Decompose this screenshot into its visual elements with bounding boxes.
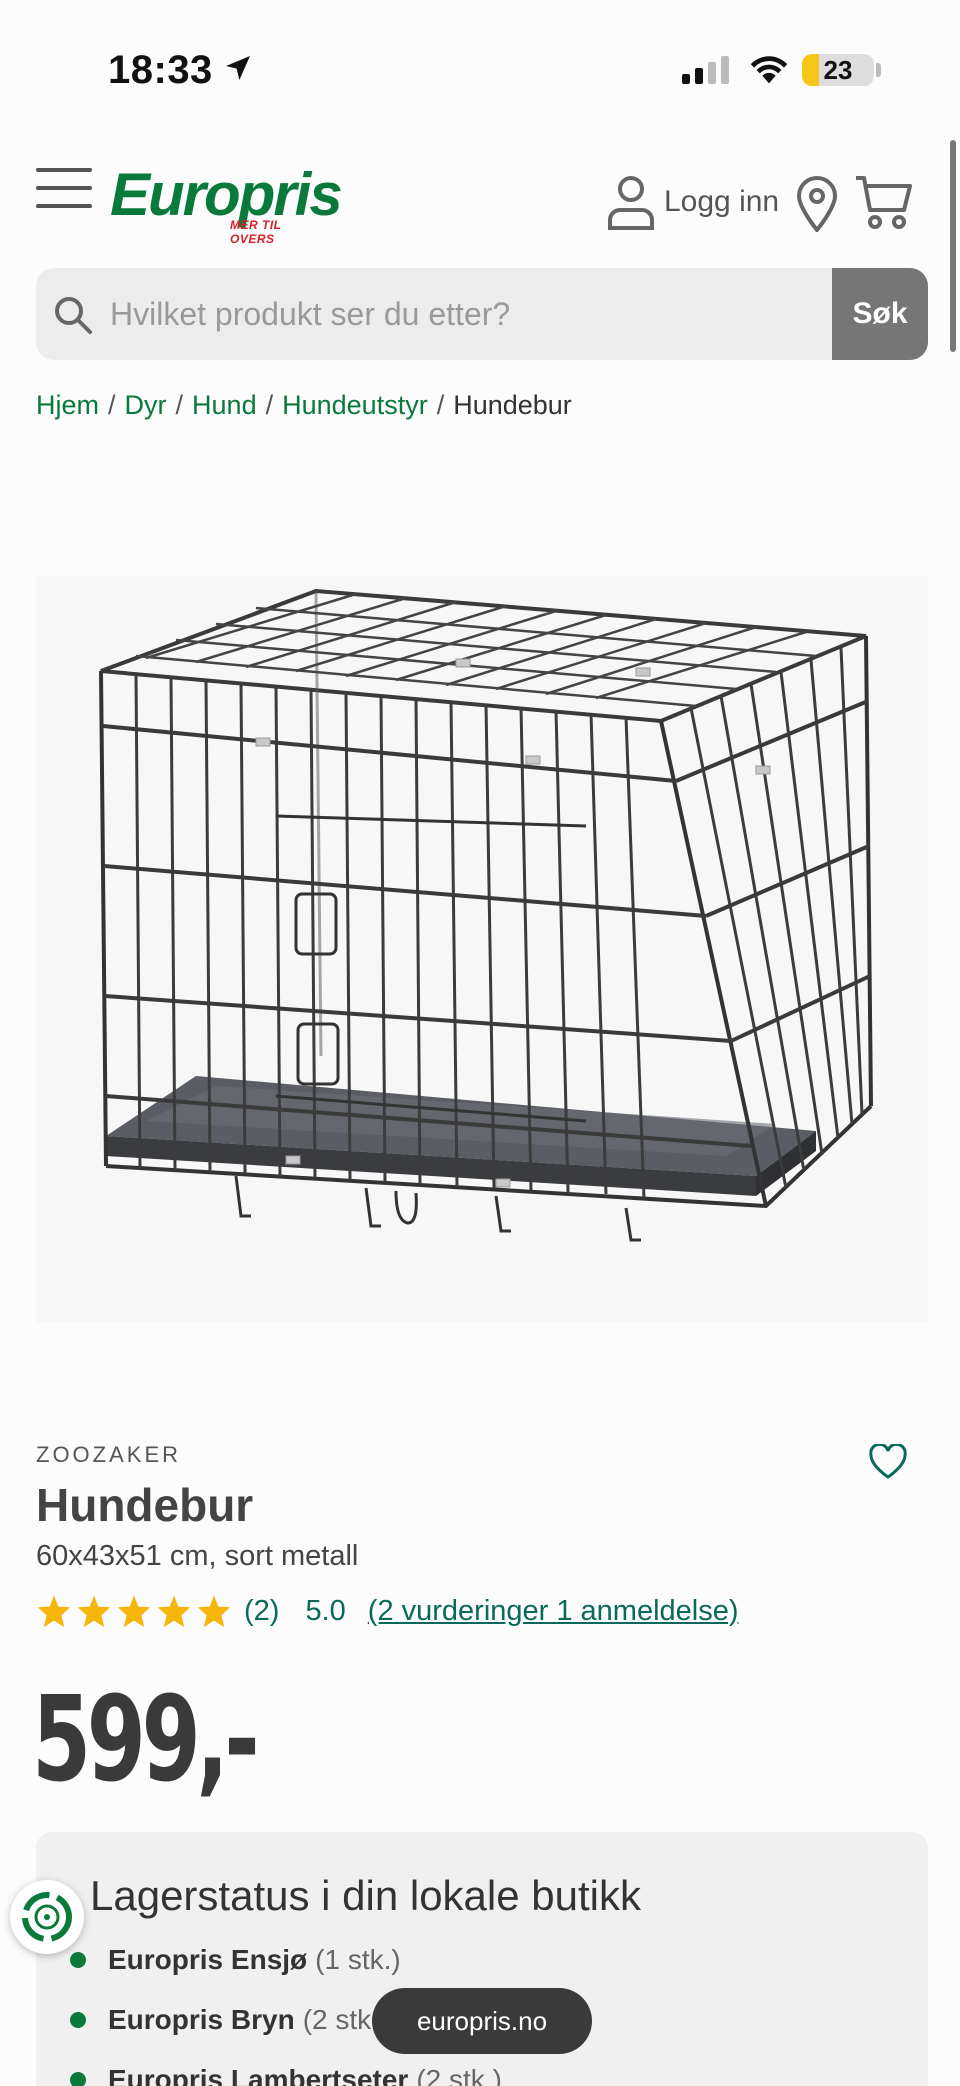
breadcrumb-home[interactable]: Hjem bbox=[36, 390, 99, 421]
star-icon bbox=[77, 1595, 111, 1628]
menu-icon[interactable] bbox=[36, 168, 92, 212]
logo-tagline: MER TIL OVERS bbox=[230, 218, 282, 246]
login-button[interactable]: Logg inn bbox=[606, 174, 779, 230]
battery-cap bbox=[876, 63, 881, 77]
wifi-icon bbox=[750, 56, 788, 84]
stock-title: Lagerstatus i din lokale butikk bbox=[90, 1872, 641, 1919]
browser-url-pill[interactable]: europris.no bbox=[372, 1988, 592, 2054]
store-locator-icon[interactable] bbox=[796, 176, 838, 232]
location-arrow-icon bbox=[226, 56, 250, 80]
store-name: Europris Lambertseter bbox=[108, 2064, 409, 2086]
star-icon bbox=[37, 1595, 71, 1628]
search-bar: Søk bbox=[36, 268, 928, 360]
cellular-signal-icon bbox=[682, 54, 729, 84]
europris-logo[interactable]: Europris MER TIL OVERS bbox=[110, 160, 343, 246]
in-stock-dot-icon bbox=[70, 2072, 86, 2086]
product-title: Hundebur bbox=[36, 1479, 254, 1531]
breadcrumb-separator: / bbox=[175, 390, 184, 420]
product-brand[interactable]: ZOOZAKER bbox=[36, 1442, 181, 1468]
favorite-heart-icon[interactable] bbox=[868, 1444, 908, 1480]
breadcrumb: Hjem / Dyr / Hund / Hundeutstyr / Hundeb… bbox=[36, 390, 572, 421]
breadcrumb-hundeutstyr[interactable]: Hundeutstyr bbox=[282, 390, 428, 421]
rating-stars bbox=[36, 1594, 232, 1628]
breadcrumb-current: Hundebur bbox=[453, 390, 572, 420]
product-subtitle: 60x43x51 cm, sort metall bbox=[36, 1540, 359, 1572]
recycle-icon bbox=[22, 1892, 72, 1942]
product-image[interactable] bbox=[36, 576, 928, 1322]
rating-count: (2) bbox=[244, 1594, 280, 1627]
status-bar: 18:33 23 bbox=[0, 0, 960, 140]
store-qty: (2 stk.) bbox=[416, 2064, 502, 2086]
page-scrollbar[interactable] bbox=[950, 140, 956, 352]
login-label: Logg inn bbox=[664, 185, 780, 218]
star-icon bbox=[197, 1595, 231, 1628]
search-input[interactable] bbox=[110, 268, 830, 360]
store-list-item[interactable]: Europris Lambertseter (2 stk.) bbox=[70, 2064, 502, 2086]
breadcrumb-separator: / bbox=[436, 390, 445, 420]
rating-score: 5.0 bbox=[305, 1594, 346, 1627]
reviews-link[interactable]: (2 vurderinger 1 anmeldelse) bbox=[368, 1595, 739, 1628]
breadcrumb-hund[interactable]: Hund bbox=[192, 390, 257, 421]
star-icon bbox=[157, 1595, 191, 1628]
dog-crate-image bbox=[99, 588, 873, 1242]
search-button[interactable]: Søk bbox=[832, 268, 928, 360]
breadcrumb-dyr[interactable]: Dyr bbox=[125, 390, 167, 421]
cart-icon[interactable] bbox=[854, 174, 914, 230]
in-stock-dot-icon bbox=[70, 2012, 86, 2028]
breadcrumb-separator: / bbox=[265, 390, 274, 420]
status-time: 18:33 bbox=[108, 48, 213, 92]
eco-recycle-badge[interactable] bbox=[10, 1880, 84, 1954]
user-icon bbox=[608, 176, 654, 230]
in-stock-dot-icon bbox=[70, 1952, 86, 1968]
breadcrumb-separator: / bbox=[108, 390, 116, 420]
store-qty: (1 stk.) bbox=[315, 1944, 401, 1975]
search-icon bbox=[55, 297, 92, 334]
store-list-item[interactable]: Europris Ensjø (1 stk.) bbox=[70, 1944, 502, 1976]
star-icon bbox=[117, 1595, 151, 1628]
product-price: 599,- bbox=[32, 1670, 260, 1808]
rating-row: (2) 5.0 (2 vurderinger 1 anmeldelse) bbox=[36, 1594, 739, 1628]
battery-percent: 23 bbox=[823, 54, 853, 85]
store-name: Europris Bryn bbox=[108, 2004, 295, 2035]
store-name: Europris Ensjø bbox=[108, 1944, 308, 1975]
